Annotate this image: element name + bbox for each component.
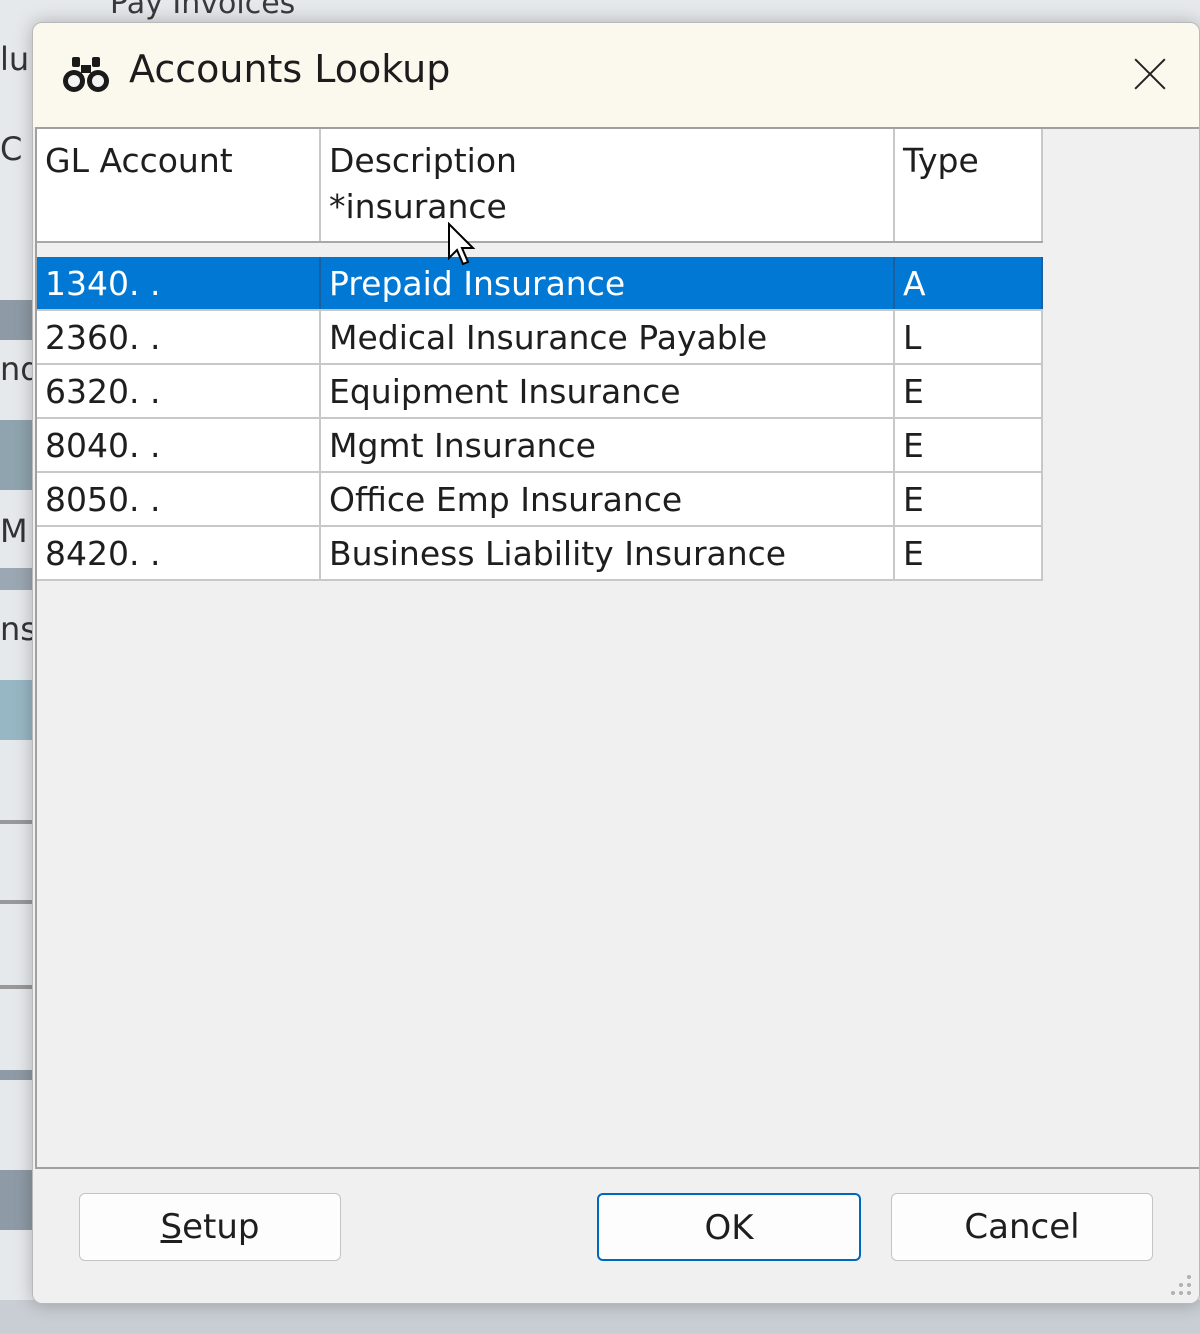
background-fragment: M (0, 512, 28, 550)
background-title-fragment: Pay Invoices (110, 0, 296, 21)
table-row[interactable]: 8420. . Business Liability Insurance E (37, 526, 1043, 581)
setup-button[interactable]: Setup (79, 1193, 341, 1261)
column-title: GL Account (45, 141, 233, 180)
cell-account: 8050. . (37, 472, 321, 527)
cell-description: Equipment Insurance (320, 364, 895, 419)
cell-type: L (894, 310, 1043, 365)
column-title: Description (329, 141, 517, 180)
cell-account: 2360. . (37, 310, 321, 365)
dialog-titlebar[interactable]: Accounts Lookup (33, 23, 1199, 127)
cell-account: 6320. . (37, 364, 321, 419)
table-header-row: GL Account Description *insurance Type (37, 129, 1043, 243)
column-header-gl-account[interactable]: GL Account (37, 129, 321, 243)
accounts-table: GL Account Description *insurance Type 1… (37, 129, 1043, 581)
cell-type: A (894, 257, 1043, 311)
cancel-button[interactable]: Cancel (891, 1193, 1153, 1261)
cell-type: E (894, 418, 1043, 473)
cell-type: E (894, 526, 1043, 581)
cell-description: Office Emp Insurance (320, 472, 895, 527)
background-status-bar (0, 1300, 1200, 1334)
cell-type: E (894, 364, 1043, 419)
table-row[interactable]: 8040. . Mgmt Insurance E (37, 418, 1043, 473)
table-row[interactable]: 6320. . Equipment Insurance E (37, 364, 1043, 419)
close-icon[interactable] (1125, 49, 1175, 99)
accounts-grid-panel: GL Account Description *insurance Type 1… (35, 127, 1199, 1169)
accounts-lookup-dialog: Accounts Lookup GL Account Description *… (32, 22, 1200, 1304)
cell-account: 8420. . (37, 526, 321, 581)
column-header-type[interactable]: Type (894, 129, 1043, 243)
background-fragment: C (0, 130, 23, 168)
setup-accelerator: S (160, 1207, 183, 1247)
column-filter-description[interactable]: *insurance (329, 187, 885, 227)
resize-grip-icon[interactable] (1165, 1269, 1193, 1297)
column-title: Type (903, 141, 979, 180)
cell-description: Business Liability Insurance (320, 526, 895, 581)
cell-type: E (894, 472, 1043, 527)
table-row[interactable]: 2360. . Medical Insurance Payable L (37, 310, 1043, 365)
cell-description: Medical Insurance Payable (320, 310, 895, 365)
table-row[interactable]: 1340. . Prepaid Insurance A (37, 257, 1043, 311)
binoculars-icon (63, 57, 109, 92)
header-gap (37, 242, 1042, 257)
background-fragment: lu (0, 40, 30, 78)
ok-button[interactable]: OK (597, 1193, 861, 1261)
cell-account: 1340. . (37, 257, 321, 311)
cell-account: 8040. . (37, 418, 321, 473)
mouse-cursor-icon (448, 222, 476, 266)
column-header-description[interactable]: Description *insurance (320, 129, 895, 243)
table-row[interactable]: 8050. . Office Emp Insurance E (37, 472, 1043, 527)
dialog-title: Accounts Lookup (129, 47, 451, 91)
cell-description: Mgmt Insurance (320, 418, 895, 473)
cell-description: Prepaid Insurance (320, 257, 895, 311)
setup-label: etup (182, 1207, 260, 1247)
